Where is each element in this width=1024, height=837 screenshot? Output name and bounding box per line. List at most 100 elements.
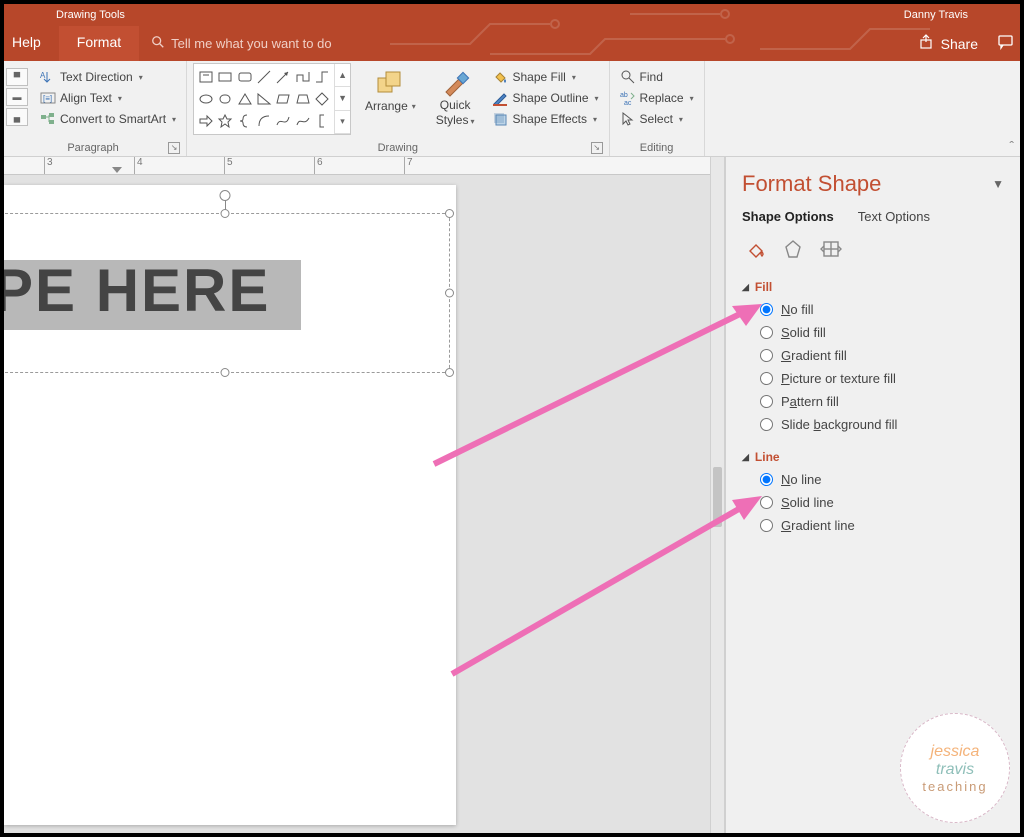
paragraph-launcher[interactable]: ↘	[168, 142, 180, 154]
radio-no-fill[interactable]: No fill	[760, 302, 1004, 317]
pane-tab-text-options[interactable]: Text Options	[858, 209, 930, 224]
selected-textframe[interactable]: PE HERE	[4, 213, 450, 373]
align-bottom-button[interactable]: ▄	[6, 108, 28, 126]
replace-button[interactable]: abac Replace▾	[616, 88, 698, 108]
shape-rect[interactable]	[215, 66, 234, 88]
textbox-text[interactable]: PE HERE	[4, 256, 270, 325]
search-icon	[151, 35, 165, 52]
shape-diamond[interactable]	[313, 88, 332, 110]
radio-solid-line[interactable]: Solid line	[760, 495, 1004, 510]
radio-solid-fill[interactable]: Solid fill	[760, 325, 1004, 340]
shape-lbrace[interactable]	[235, 110, 254, 132]
shape-free[interactable]	[293, 110, 312, 132]
align-text-button[interactable]: [≡] Align Text▾	[36, 88, 180, 108]
align-middle-button[interactable]: ▬	[6, 88, 28, 106]
convert-smartart-label: Convert to SmartArt	[60, 112, 166, 126]
align-top-button[interactable]: ▀	[6, 68, 28, 86]
shape-fill-label: Shape Fill	[512, 70, 565, 84]
bucket-icon	[492, 69, 508, 85]
shape-lbrack[interactable]	[313, 110, 332, 132]
share-label: Share	[941, 36, 978, 52]
group-label-drawing: Drawing ↘	[193, 140, 603, 156]
line-section-header[interactable]: ◢Line	[742, 450, 1004, 464]
indent-marker[interactable]	[112, 167, 122, 173]
shape-rounded[interactable]	[235, 66, 254, 88]
quick-styles-label-2: Styles	[436, 113, 469, 127]
replace-icon: abac	[620, 90, 636, 106]
shape-outline-button[interactable]: Shape Outline▾	[488, 88, 602, 108]
radio-gradient-line[interactable]: Gradient line	[760, 518, 1004, 533]
shape-oval[interactable]	[196, 88, 215, 110]
radio-picture-fill[interactable]: Picture or texture fill	[760, 371, 1004, 386]
shapes-expand[interactable]: ▾	[335, 111, 350, 134]
comments-icon[interactable]	[992, 26, 1020, 61]
shapes-scroll-down[interactable]: ▼	[335, 87, 350, 110]
radio-no-line[interactable]: No line	[760, 472, 1004, 487]
shape-textbox[interactable]	[196, 66, 215, 88]
effects-category-icon[interactable]	[780, 236, 806, 262]
line-section-label: Line	[755, 450, 780, 464]
watermark-logo: jessica travis teaching	[900, 713, 1010, 823]
find-icon	[620, 69, 636, 85]
collapse-ribbon-button[interactable]: ˆ	[1009, 138, 1014, 154]
share-icon	[919, 34, 935, 53]
share-button[interactable]: Share	[905, 26, 992, 61]
tab-help[interactable]: Help	[4, 26, 59, 61]
radio-gradient-fill[interactable]: Gradient fill	[760, 348, 1004, 363]
resize-handle-top[interactable]	[221, 209, 230, 218]
text-direction-label: Text Direction	[60, 70, 133, 84]
fill-line-category-icon[interactable]	[742, 236, 768, 262]
shape-triangle[interactable]	[235, 88, 254, 110]
text-direction-button[interactable]: A Text Direction▾	[36, 67, 180, 87]
vertical-scrollbar[interactable]	[710, 157, 725, 833]
shape-curve[interactable]	[274, 110, 293, 132]
radio-pattern-fill[interactable]: Pattern fill	[760, 394, 1004, 409]
vertical-align-buttons: ▀ ▬ ▄	[6, 63, 32, 126]
arrange-button[interactable]: Arrange▾	[359, 63, 422, 117]
scrollbar-thumb[interactable]	[713, 467, 722, 527]
watermark-line1: jessica	[931, 743, 980, 761]
shape-arrowline[interactable]	[274, 66, 293, 88]
shape-rtri[interactable]	[254, 88, 273, 110]
slide-canvas-area: 3 4 5 6 7 PE HERE	[4, 157, 710, 833]
shape-connector[interactable]	[293, 66, 312, 88]
shapes-scroll-up[interactable]: ▲	[335, 64, 350, 87]
shape-isoc[interactable]	[215, 88, 234, 110]
group-label-editing: Editing	[616, 140, 698, 156]
size-category-icon[interactable]	[818, 236, 844, 262]
ribbon: ▀ ▬ ▄ A Text Direction▾ [≡]	[4, 61, 1020, 157]
resize-handle-bottomright[interactable]	[445, 368, 454, 377]
resize-handle-bottom[interactable]	[221, 368, 230, 377]
quick-styles-button[interactable]: Quick Styles▾	[430, 63, 481, 131]
shape-star[interactable]	[215, 110, 234, 132]
find-label: Find	[640, 70, 663, 84]
shape-effects-button[interactable]: Shape Effects▾	[488, 109, 602, 129]
select-icon	[620, 111, 636, 127]
shapes-gallery[interactable]: ▲ ▼ ▾	[193, 63, 351, 135]
radio-slidebg-fill[interactable]: Slide background fill	[760, 417, 1004, 432]
find-button[interactable]: Find	[616, 67, 698, 87]
tab-format[interactable]: Format	[59, 26, 139, 61]
resize-handle-topright[interactable]	[445, 209, 454, 218]
drawing-launcher[interactable]: ↘	[591, 142, 603, 154]
select-button[interactable]: Select▾	[616, 109, 698, 129]
shape-elbow[interactable]	[313, 66, 332, 88]
pane-menu-chevron[interactable]: ▼	[992, 177, 1004, 191]
shape-line[interactable]	[254, 66, 273, 88]
shape-para[interactable]	[274, 88, 293, 110]
resize-handle-right[interactable]	[445, 289, 454, 298]
shape-arrow-r[interactable]	[196, 110, 215, 132]
fill-section-header[interactable]: ◢Fill	[742, 280, 1004, 294]
svg-text:ab: ab	[620, 92, 628, 99]
shape-arc[interactable]	[254, 110, 273, 132]
shape-effects-label: Shape Effects	[512, 112, 587, 126]
align-text-icon: [≡]	[40, 90, 56, 106]
pane-tab-shape-options[interactable]: Shape Options	[742, 209, 834, 224]
convert-smartart-button[interactable]: Convert to SmartArt▾	[36, 109, 180, 129]
slide[interactable]: PE HERE	[4, 185, 456, 825]
quick-styles-icon	[439, 67, 471, 99]
pen-icon	[492, 90, 508, 106]
tell-me-search[interactable]: Tell me what you want to do	[139, 26, 331, 61]
shape-fill-button[interactable]: Shape Fill▾	[488, 67, 602, 87]
shape-trap[interactable]	[293, 88, 312, 110]
